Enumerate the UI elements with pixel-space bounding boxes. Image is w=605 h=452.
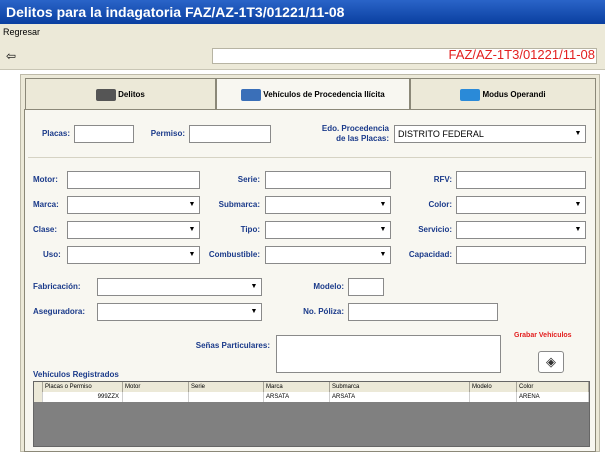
table-cell[interactable]: ARENA (517, 392, 589, 402)
chevron-down-icon[interactable]: ▼ (377, 198, 389, 212)
gun-icon (96, 88, 117, 101)
table-cell[interactable] (470, 392, 517, 402)
col-header-marca[interactable]: Marca (264, 382, 330, 392)
vehicles-grid[interactable]: Placas o Permiso Motor Serie Marca Subma… (33, 381, 590, 447)
clase-label: Clase: (33, 225, 58, 234)
tab-delitos[interactable]: Delitos (25, 78, 216, 110)
edo-label-1: Edo. Procedencia (321, 124, 389, 133)
case-number: FAZ/AZ-1T3/01221/11-08 (448, 47, 595, 62)
capacidad-input[interactable] (456, 246, 586, 264)
computer-icon (460, 88, 481, 101)
table-cell[interactable] (123, 392, 189, 402)
chevron-down-icon[interactable]: ▼ (248, 280, 260, 294)
col-header-modelo[interactable]: Modelo (470, 382, 517, 392)
motor-input[interactable] (67, 171, 200, 189)
diskette-icon: ◈ (546, 354, 556, 369)
poliza-input[interactable] (348, 303, 498, 321)
tab-vehiculos-label: Vehículos de Procedencia Ilícita (263, 90, 385, 99)
modelo-label: Modelo: (313, 282, 344, 291)
chevron-down-icon[interactable]: ▼ (377, 223, 389, 237)
motor-label: Motor: (33, 175, 58, 184)
table-cell[interactable]: ARSATA (264, 392, 330, 402)
submarca-select[interactable]: ▼ (265, 196, 391, 214)
combustible-label: Combustible: (208, 250, 260, 259)
chevron-down-icon[interactable]: ▼ (186, 248, 198, 262)
col-header-color[interactable]: Color (517, 382, 589, 392)
chevron-down-icon[interactable]: ▼ (186, 198, 198, 212)
car-icon (241, 88, 262, 101)
uso-label: Uso: (43, 250, 61, 259)
rfv-label: RFV: (433, 175, 452, 184)
color-label: Color: (428, 200, 452, 209)
vehiculos-registrados-title: Vehículos Registrados (33, 370, 119, 379)
color-select[interactable]: ▼ (456, 196, 586, 214)
chevron-down-icon[interactable]: ▼ (572, 198, 584, 212)
permiso-label: Permiso: (150, 129, 185, 138)
tipo-label: Tipo: (240, 225, 260, 234)
chevron-down-icon[interactable]: ▼ (377, 248, 389, 262)
rfv-input[interactable] (456, 171, 586, 189)
senas-textarea[interactable] (276, 335, 501, 373)
aseguradora-select[interactable]: ▼ (97, 303, 262, 321)
divider (28, 157, 592, 158)
tab-vehiculos[interactable]: Vehículos de Procedencia Ilícita (216, 78, 410, 110)
tab-modus-label: Modus Operandi (482, 90, 546, 99)
menu-regresar[interactable]: Regresar (0, 24, 605, 40)
tab-modus[interactable]: Modus Operandi (410, 78, 596, 110)
serie-input[interactable] (265, 171, 391, 189)
servicio-label: Servicio: (418, 225, 452, 234)
window-title: Delitos para la indagatoria FAZ/AZ-1T3/0… (0, 0, 605, 24)
tab-delitos-label: Delitos (118, 90, 145, 99)
clase-select[interactable]: ▼ (67, 221, 200, 239)
col-header-motor[interactable]: Motor (123, 382, 189, 392)
table-cell[interactable]: ARSATA (330, 392, 470, 402)
marca-label: Marca: (33, 200, 59, 209)
uso-select[interactable]: ▼ (67, 246, 200, 264)
fabricacion-select[interactable]: ▼ (97, 278, 262, 296)
poliza-label: No. Póliza: (303, 307, 344, 316)
row-selector[interactable] (34, 392, 43, 402)
modelo-input[interactable] (348, 278, 384, 296)
save-vehicle-button[interactable]: ◈ (538, 351, 564, 373)
grabar-label: Grabar Vehículos (514, 332, 572, 339)
marca-select[interactable]: ▼ (67, 196, 200, 214)
combustible-select[interactable]: ▼ (265, 246, 391, 264)
serie-label: Serie: (237, 175, 260, 184)
edo-procedencia-value: DISTRITO FEDERAL (398, 129, 484, 139)
col-header-serie[interactable]: Serie (189, 382, 264, 392)
back-arrow-icon[interactable]: ⇦ (6, 50, 22, 62)
placas-label: Placas: (41, 129, 70, 138)
servicio-select[interactable]: ▼ (456, 221, 586, 239)
fabricacion-label: Fabricación: (33, 282, 81, 291)
senas-label: Señas Particulares: (195, 341, 270, 350)
edo-procedencia-select[interactable]: DISTRITO FEDERAL ▼ (394, 125, 586, 143)
tipo-select[interactable]: ▼ (265, 221, 391, 239)
capacidad-label: Capacidad: (408, 250, 452, 259)
chevron-down-icon[interactable]: ▼ (572, 127, 584, 141)
chevron-down-icon[interactable]: ▼ (186, 223, 198, 237)
chevron-down-icon[interactable]: ▼ (572, 223, 584, 237)
col-header-placas[interactable]: Placas o Permiso (43, 382, 123, 392)
table-cell[interactable] (189, 392, 264, 402)
chevron-down-icon[interactable]: ▼ (248, 305, 260, 319)
edo-label-2: de las Placas: (336, 134, 389, 143)
row-selector-header (34, 382, 43, 392)
aseguradora-label: Aseguradora: (33, 307, 86, 316)
permiso-input[interactable] (189, 125, 271, 143)
col-header-submarca[interactable]: Submarca (330, 382, 470, 392)
submarca-label: Submarca: (218, 200, 260, 209)
table-cell[interactable]: 999ZZX (43, 392, 123, 402)
placas-input[interactable] (74, 125, 134, 143)
